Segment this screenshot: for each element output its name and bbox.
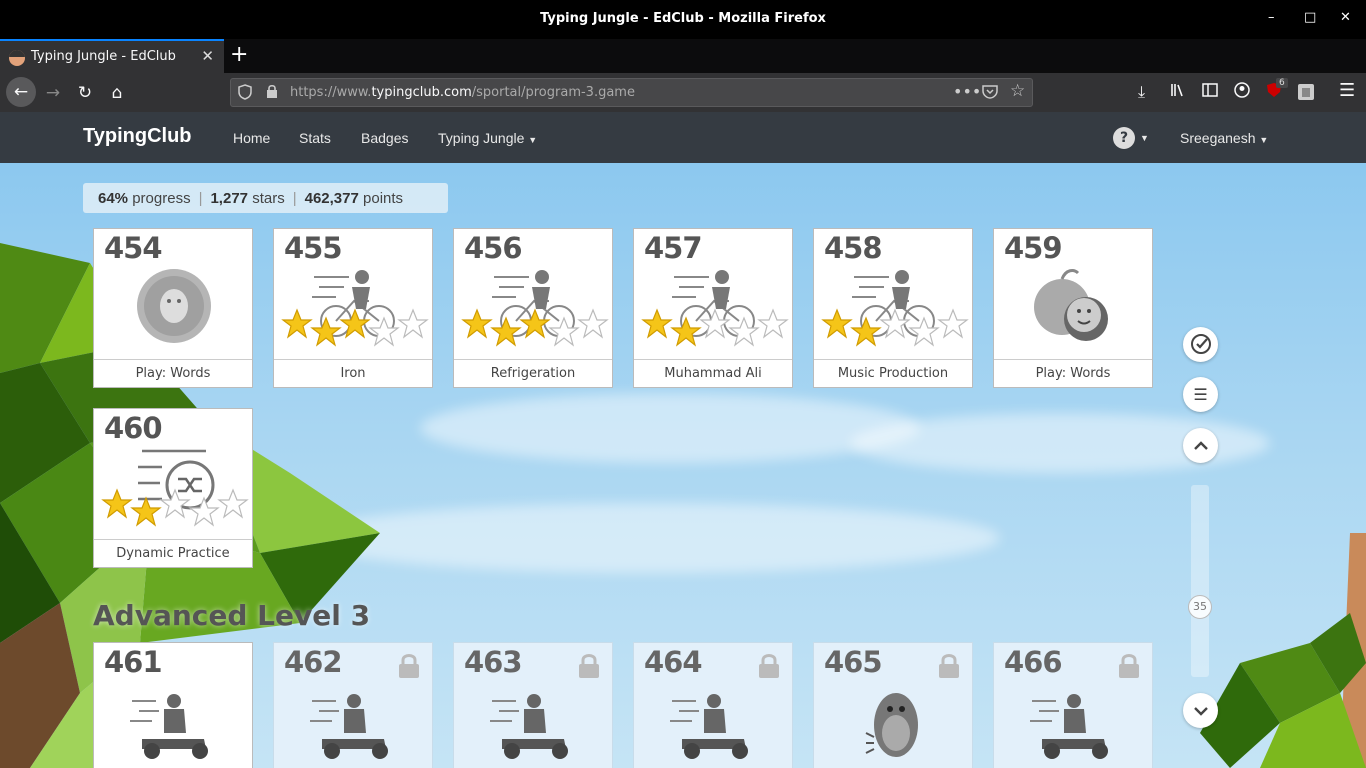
lesson-number: 459 — [1004, 231, 1063, 265]
jungle-foliage-right — [1200, 533, 1366, 768]
home-button[interactable]: ⌂ — [104, 80, 130, 106]
check-progress-button[interactable] — [1183, 327, 1218, 362]
menu-icon[interactable]: ☰ — [1339, 80, 1355, 101]
locked-lesson-card[interactable]: 464 — [633, 642, 793, 768]
pocket-icon[interactable] — [982, 84, 998, 103]
lesson-number: 464 — [644, 645, 703, 679]
sidebar-icon[interactable] — [1202, 82, 1218, 101]
page-actions-icon[interactable]: ••• — [953, 82, 981, 101]
locked-lesson-card[interactable]: 462 — [273, 642, 433, 768]
library-icon[interactable] — [1170, 82, 1186, 102]
lesson-number: 455 — [284, 231, 343, 265]
site-header: TypingClub Home Stats Badges Typing Jung… — [0, 112, 1366, 163]
back-button[interactable]: ← — [6, 77, 36, 107]
cloud-decoration — [300, 503, 1000, 573]
bookmark-star-icon[interactable]: ☆ — [1010, 81, 1025, 101]
lesson-number: 456 — [464, 231, 523, 265]
lesson-number: 460 — [104, 411, 163, 445]
close-window-icon[interactable]: ✕ — [1340, 10, 1351, 25]
locked-lesson-card[interactable]: 465 — [813, 642, 973, 768]
tab-strip: Typing Jungle - EdClub ✕ + — [0, 39, 1366, 73]
nav-typing-jungle[interactable]: Typing Jungle ▼ — [438, 130, 537, 146]
lesson-card[interactable]: 459 Play: Words — [993, 228, 1153, 388]
url-text[interactable]: https://www.typingclub.com/sportal/progr… — [290, 85, 635, 100]
tab-label: Typing Jungle - EdClub — [31, 49, 176, 64]
window-title: Typing Jungle - EdClub - Mozilla Firefox — [540, 11, 826, 26]
nav-stats[interactable]: Stats — [299, 130, 331, 146]
lesson-caption: Dynamic Practice — [94, 539, 252, 567]
lock-icon — [1118, 653, 1140, 683]
forward-button[interactable]: → — [40, 80, 66, 106]
maximize-icon[interactable]: □ — [1304, 10, 1316, 25]
nav-home[interactable]: Home — [233, 130, 270, 146]
lesson-number: 465 — [824, 645, 883, 679]
locked-lesson-card[interactable]: 466 — [993, 642, 1153, 768]
lesson-card[interactable]: 455 Iron — [273, 228, 433, 388]
lesson-number: 457 — [644, 231, 703, 265]
nav-badges[interactable]: Badges — [361, 130, 408, 146]
account-icon[interactable] — [1234, 82, 1250, 102]
lesson-card[interactable]: 454 Play: Words — [93, 228, 253, 388]
lesson-number: 461 — [104, 645, 163, 679]
lesson-card[interactable]: 461 — [93, 642, 253, 768]
window-titlebar: Typing Jungle - EdClub - Mozilla Firefox… — [0, 0, 1366, 39]
tab-typing-jungle[interactable]: Typing Jungle - EdClub ✕ — [0, 39, 224, 73]
edclub-favicon-icon — [9, 50, 25, 66]
shield-icon[interactable] — [238, 84, 252, 104]
list-view-button[interactable]: ☰ — [1183, 377, 1218, 412]
user-menu[interactable]: Sreeganesh ▼ — [1180, 130, 1268, 146]
lock-icon — [758, 653, 780, 683]
lock-icon — [578, 653, 600, 683]
lesson-card[interactable]: 457 Muhammad Ali — [633, 228, 793, 388]
lesson-caption: Iron — [274, 359, 432, 387]
lesson-scroll-thumb[interactable]: 35 — [1188, 595, 1212, 619]
navigation-toolbar: ← → ↻ ⌂ https://www.typingclub.com/sport… — [0, 73, 1366, 112]
caret-down-icon: ▼ — [1259, 135, 1269, 145]
lesson-number: 458 — [824, 231, 883, 265]
progress-summary: 64% progress | 1,277 stars | 462,377 points — [83, 183, 448, 213]
lesson-card[interactable]: 458 Music Production — [813, 228, 973, 388]
scroll-up-button[interactable] — [1183, 428, 1218, 463]
reload-button[interactable]: ↻ — [72, 80, 98, 106]
lesson-number: 462 — [284, 645, 343, 679]
lesson-caption: Muhammad Ali — [634, 359, 792, 387]
help-caret-icon[interactable]: ▼ — [1140, 133, 1149, 143]
lesson-caption: Play: Words — [94, 359, 252, 387]
site-logo[interactable]: TypingClub — [83, 125, 192, 148]
downloads-icon[interactable]: ⤓ — [1138, 82, 1145, 102]
lesson-caption: Music Production — [814, 359, 972, 387]
new-tab-icon[interactable]: + — [230, 42, 248, 67]
minimize-icon[interactable]: – — [1268, 10, 1275, 25]
lesson-map: 64% progress | 1,277 stars | 462,377 points … — [0, 163, 1366, 768]
extension-icon[interactable] — [1298, 84, 1314, 104]
lesson-scroll-track[interactable] — [1191, 485, 1209, 677]
close-tab-icon[interactable]: ✕ — [201, 47, 214, 65]
lesson-card[interactable]: 456 Refrigeration — [453, 228, 613, 388]
extension-badge: 6 — [1276, 78, 1288, 88]
section-title: Advanced Level 3 — [93, 599, 371, 632]
cloud-decoration — [420, 393, 920, 463]
lock-icon — [398, 653, 420, 683]
lesson-number: 466 — [1004, 645, 1063, 679]
locked-lesson-card[interactable]: 463 — [453, 642, 613, 768]
lesson-number: 463 — [464, 645, 523, 679]
lesson-caption: Refrigeration — [454, 359, 612, 387]
lesson-number: 454 — [104, 231, 163, 265]
lesson-card[interactable]: 460 Dynamic Practice — [93, 408, 253, 568]
url-bar[interactable]: https://www.typingclub.com/sportal/progr… — [230, 78, 1033, 107]
lock-icon — [938, 653, 960, 683]
lesson-caption: Play: Words — [994, 359, 1152, 387]
caret-down-icon: ▼ — [528, 135, 538, 145]
scroll-down-button[interactable] — [1183, 693, 1218, 728]
lock-icon[interactable] — [266, 84, 278, 103]
help-button[interactable]: ? — [1113, 127, 1135, 149]
